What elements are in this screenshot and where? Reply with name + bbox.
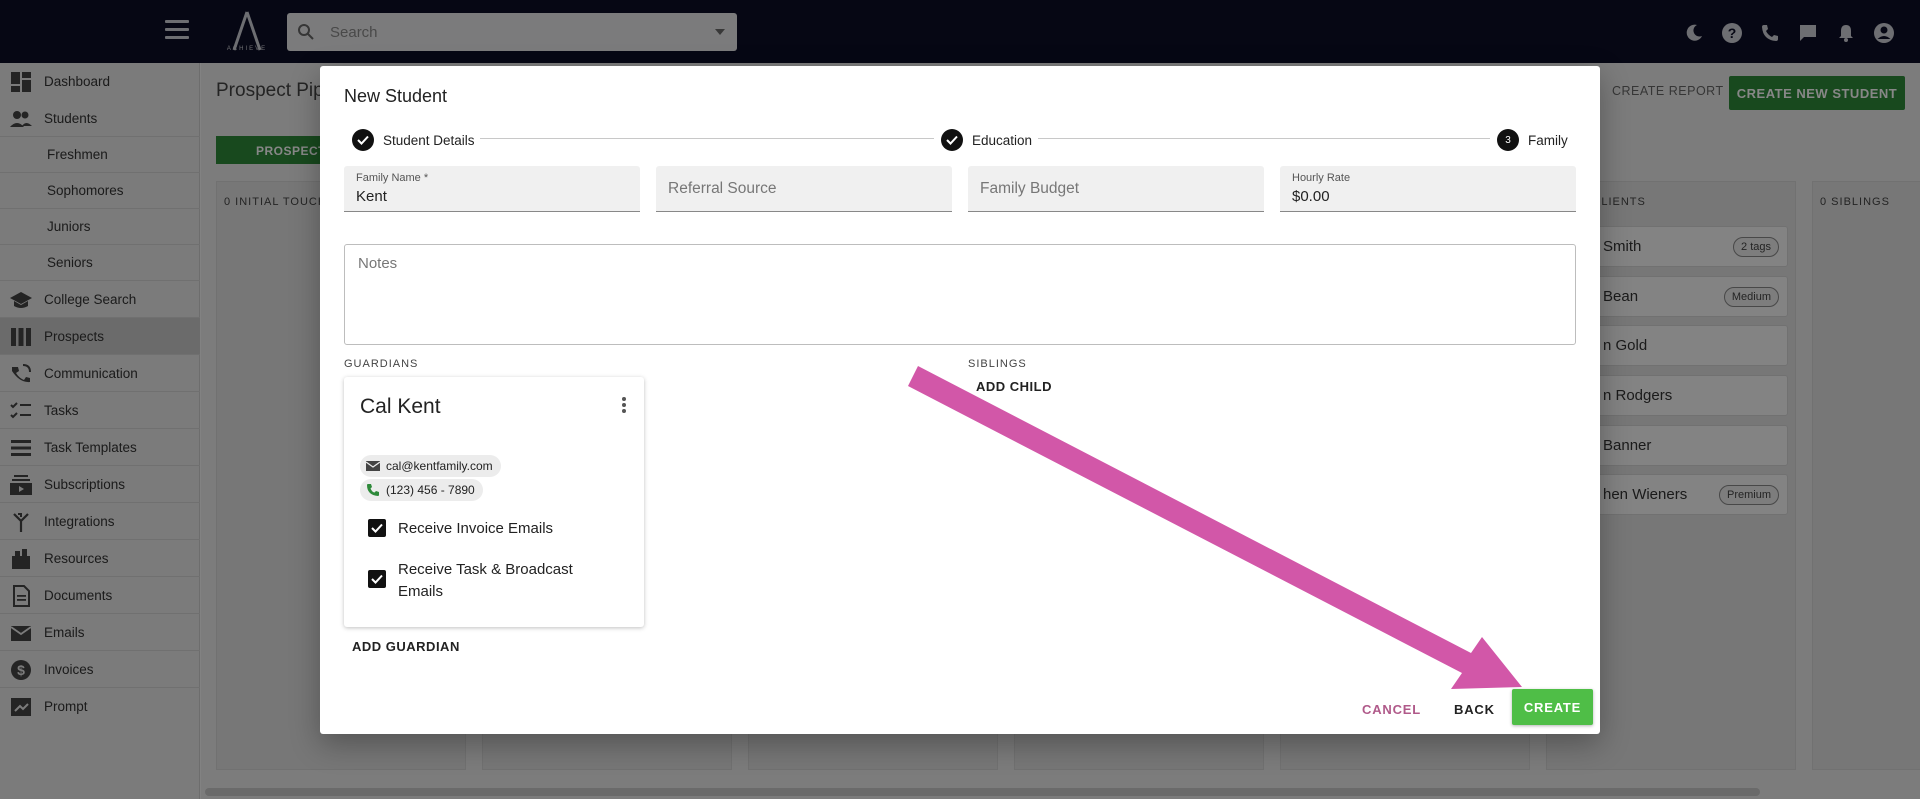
notes-textarea[interactable]: Notes — [344, 244, 1576, 345]
step-education[interactable]: Education — [941, 128, 1032, 152]
new-student-dialog: New Student Student Details Education 3 … — [320, 66, 1600, 734]
guardian-card: Cal Kent cal@kentfamily.com (123) 456 - … — [344, 377, 644, 627]
mail-icon — [366, 461, 380, 471]
step-student-details[interactable]: Student Details — [352, 128, 475, 152]
email-chip[interactable]: cal@kentfamily.com — [360, 455, 501, 477]
step-number: 3 — [1497, 129, 1519, 151]
check-icon — [941, 129, 963, 151]
step-connector — [1038, 138, 1490, 139]
guardians-heading: GUARDIANS — [344, 358, 419, 370]
family-name-field[interactable]: Family Name * Kent — [344, 166, 640, 212]
checkbox-checked-icon[interactable] — [368, 519, 386, 537]
step-connector — [480, 138, 934, 139]
dialog-title: New Student — [344, 86, 448, 106]
add-child-button[interactable]: ADD CHILD — [976, 379, 1052, 394]
back-button[interactable]: BACK — [1454, 702, 1495, 717]
receive-task-checkbox[interactable]: Receive Task & Broadcast Emails — [368, 559, 598, 603]
cancel-button[interactable]: CANCEL — [1362, 702, 1421, 717]
hourly-rate-field[interactable]: Hourly Rate $0.00 — [1280, 166, 1576, 212]
referral-source-field[interactable]: Referral Source — [656, 166, 952, 212]
phone-chip[interactable]: (123) 456 - 7890 — [360, 479, 483, 501]
phone-icon — [367, 484, 379, 496]
guardian-name: Cal Kent — [360, 395, 441, 418]
receive-invoice-checkbox[interactable]: Receive Invoice Emails — [368, 518, 598, 540]
family-budget-field[interactable]: Family Budget — [968, 166, 1264, 212]
more-vert-icon[interactable] — [622, 397, 626, 413]
siblings-heading: SIBLINGS — [968, 358, 1027, 370]
checkbox-checked-icon[interactable] — [368, 570, 386, 588]
step-family[interactable]: 3 Family — [1497, 128, 1568, 152]
add-guardian-button[interactable]: ADD GUARDIAN — [352, 639, 460, 654]
check-icon — [352, 129, 374, 151]
create-button[interactable]: CREATE — [1512, 689, 1593, 725]
